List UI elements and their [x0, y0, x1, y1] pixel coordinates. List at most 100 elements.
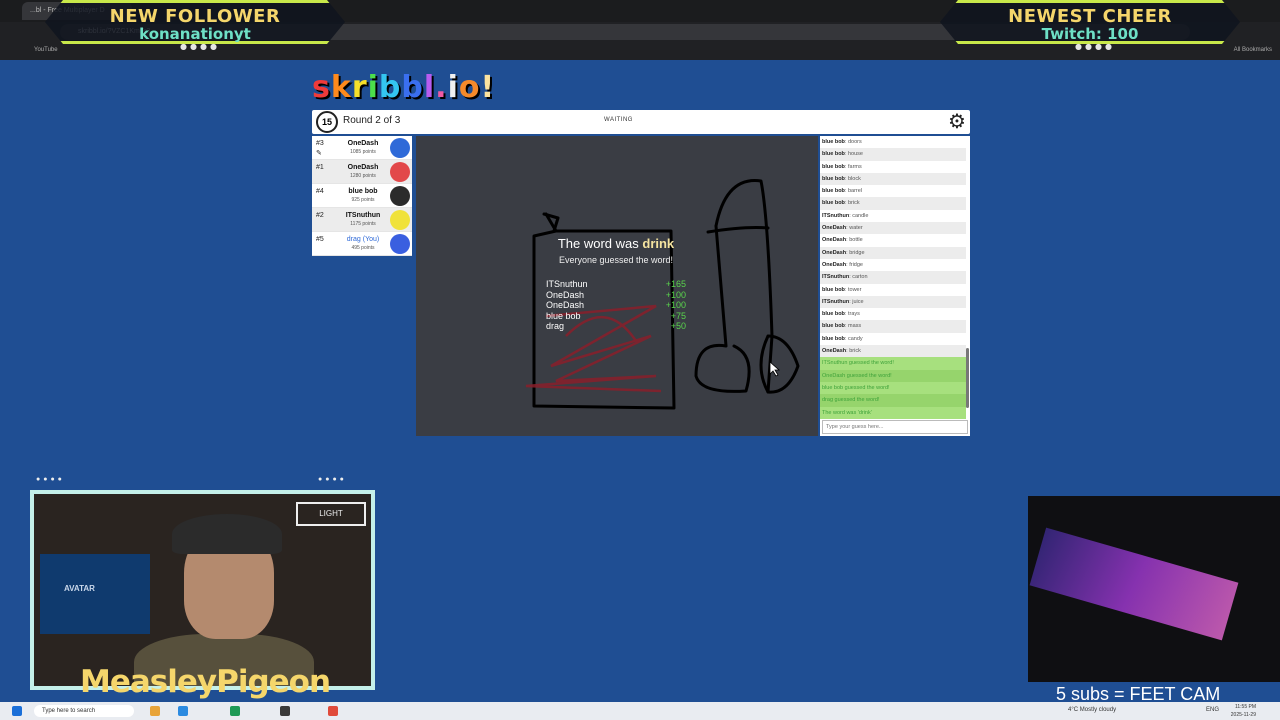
chat-text: candy	[847, 335, 863, 342]
chat-text: tower	[847, 286, 862, 293]
chat-message: OneDash: water	[820, 222, 966, 235]
alert-dots: ●●●●	[180, 42, 220, 51]
chat-user: ITSnuthun	[822, 298, 850, 305]
steam-icon[interactable]	[280, 706, 290, 716]
result-points: +50	[670, 321, 686, 331]
chrome-icon[interactable]	[328, 706, 338, 716]
player-row[interactable]: #4 blue bob 925 points	[312, 184, 412, 208]
result-row: blue bob +75	[546, 311, 686, 322]
player-row[interactable]: #3 ✎ OneDash 1085 points	[312, 136, 412, 160]
chat-message: ITSnuthun: juice	[820, 295, 966, 309]
glass-left	[714, 179, 774, 394]
round-indicator: Round 2 of 3	[343, 115, 401, 126]
chat-text: bottle	[849, 237, 863, 244]
chat-message: ITSnuthun guessed the word!	[820, 357, 966, 370]
language-indicator[interactable]: ENG	[1206, 707, 1219, 713]
chat-messages: blue bob: doors blue bob: house blue bob: …	[820, 136, 966, 420]
player-name: drag (You)	[346, 236, 380, 243]
chat-message: blue bob: house	[820, 148, 966, 161]
result-row: OneDash +100	[546, 300, 686, 311]
player-rank: #2	[316, 212, 324, 219]
drawing-canvas[interactable]: The word was drink Everyone guessed the …	[416, 136, 818, 436]
chat-user: blue bob	[822, 323, 845, 330]
rgb-keyboard	[1029, 527, 1239, 641]
wall-sign: LIGHT	[296, 502, 366, 526]
player-points: 1175 points	[350, 221, 376, 227]
player-rank: #4	[316, 188, 324, 195]
word-reveal: The word was drink	[536, 236, 696, 251]
chat-message: blue bob: candy	[822, 335, 863, 342]
chat-user: ITSnuthun	[822, 212, 850, 219]
logo-letter: s	[312, 70, 331, 105]
result-player: drag	[546, 321, 565, 331]
drawing-pencil-icon: ✎	[316, 150, 322, 157]
player-name: blue bob	[348, 188, 378, 195]
chat-user: blue bob	[822, 188, 845, 195]
player-points: 1280 points	[350, 173, 376, 179]
cam-dots-left: ●●●●	[36, 476, 65, 483]
chat-scrollbar[interactable]	[966, 348, 969, 408]
chat-user: blue bob	[822, 286, 845, 293]
player-avatar	[390, 138, 410, 158]
logo-letter: l	[423, 70, 436, 105]
chat-text: mass	[847, 323, 862, 330]
result-points: +165	[665, 279, 686, 289]
chat-message: blue bob: doors	[822, 139, 862, 145]
cam-dots-right: ●●●●	[318, 476, 347, 483]
result-points: +100	[665, 300, 686, 310]
round-results-overlay: The word was drink Everyone guessed the …	[536, 236, 696, 332]
mouse-cursor-icon	[769, 361, 781, 377]
chat-system-text: ITSnuthun guessed the word!	[822, 360, 894, 367]
windows-start-icon[interactable]	[12, 706, 22, 716]
logo-letter: b	[378, 70, 402, 105]
new-follower-alert: NEW FOLLOWER konanationyt ●●●●	[45, 0, 345, 52]
taskbar-search[interactable]: Type here to search	[34, 705, 134, 717]
logo-letter: i	[367, 70, 379, 105]
player-avatar	[390, 234, 410, 254]
logo-letter: .	[435, 70, 448, 105]
player-points: 495 points	[351, 245, 375, 251]
settings-gear-icon[interactable]: ⚙	[946, 111, 968, 133]
skribbl-logo: skribbl.io!	[312, 70, 495, 105]
chat-text: candle	[852, 212, 869, 219]
chat-message: blue bob: trays	[822, 311, 860, 318]
chat-message: The word was 'drink'	[820, 406, 966, 419]
player-row[interactable]: #5 drag (You) 495 points	[312, 232, 412, 256]
streamer-hat	[172, 514, 282, 554]
newest-cheer-alert: NEWEST CHEER Twitch: 100 ●●●●	[940, 0, 1240, 52]
player-name: OneDash	[347, 164, 379, 171]
chat-system-text: blue bob guessed the word!	[822, 384, 890, 391]
player-rank: #5	[316, 236, 324, 243]
edge-icon[interactable]	[178, 706, 188, 716]
clock[interactable]: 11:55 PM 2025-11-29	[1230, 703, 1256, 719]
background-tv	[40, 554, 150, 634]
windows-taskbar: Type here to search 4°C Mostly cloudy EN…	[0, 702, 1280, 720]
weather-widget[interactable]: 4°C Mostly cloudy	[1068, 707, 1116, 713]
keyboard-cam	[1028, 496, 1280, 682]
glass-foot	[759, 334, 800, 394]
chat-message: OneDash guessed the word!	[820, 369, 966, 382]
everyone-guessed-text: Everyone guessed the word!	[558, 255, 674, 265]
result-player: OneDash	[546, 300, 585, 310]
chat-message: blue bob: mass	[820, 320, 966, 333]
chat-user: OneDash	[822, 261, 847, 268]
chat-text: carton	[852, 274, 868, 281]
player-row[interactable]: #1 OneDash 1280 points	[312, 160, 412, 184]
chat-message: OneDash: bottle	[822, 237, 863, 244]
player-name: ITSnuthun	[345, 212, 381, 219]
chat-message: ITSnuthun: carton	[820, 271, 966, 284]
chat-user: OneDash	[822, 225, 847, 232]
logo-letter: r	[351, 70, 368, 105]
logo-letter: b	[401, 70, 424, 105]
chat-message: blue bob: brick	[820, 197, 966, 210]
player-row[interactable]: #2 ITSnuthun 1175 points	[312, 208, 412, 232]
chat-message: blue bob: barrel	[822, 188, 863, 195]
app-icon[interactable]	[230, 706, 240, 716]
chat-text: water	[849, 225, 863, 232]
chat-system-text: OneDash guessed the word!	[822, 372, 892, 379]
logo-letter: i	[447, 70, 459, 105]
guess-input[interactable]	[822, 420, 968, 434]
chat-message: ITSnuthun: candle	[822, 212, 869, 219]
file-explorer-icon[interactable]	[150, 706, 160, 716]
chat-user: blue bob	[822, 200, 845, 207]
